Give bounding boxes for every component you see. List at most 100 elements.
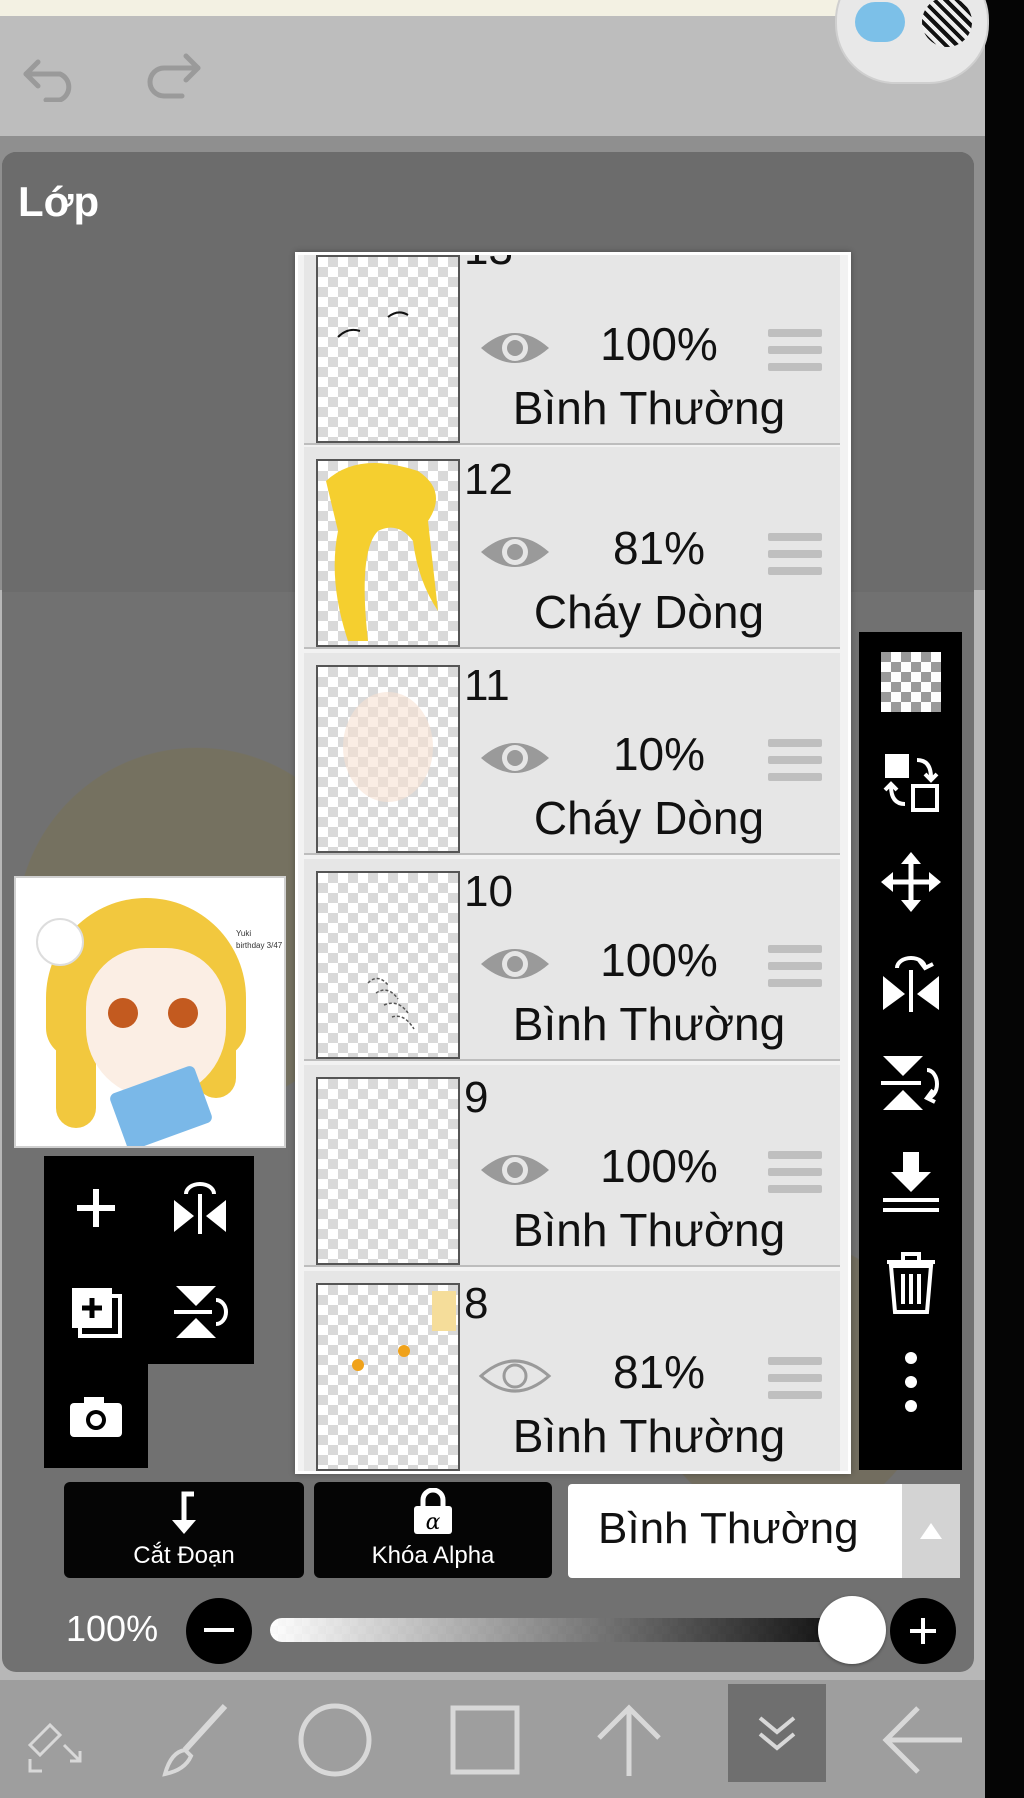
flip-layer-horizontal-button[interactable]	[148, 1156, 252, 1260]
layer-thumbnail	[316, 871, 460, 1059]
layer-number: 12	[464, 455, 513, 504]
layer-opacity: 81%	[612, 1346, 706, 1398]
transparent-layer-button[interactable]	[859, 632, 962, 732]
flip-vertical-button[interactable]	[859, 1032, 962, 1132]
layer-blend-mode: Bình Thường	[512, 998, 786, 1050]
triangle-up-icon	[920, 1523, 942, 1539]
layer-thumbnail	[316, 1077, 460, 1265]
opacity-slider-knob[interactable]	[818, 1596, 886, 1664]
blend-mode-select[interactable]: Bình Thường	[568, 1484, 960, 1578]
flip-layer-vertical-button[interactable]	[148, 1260, 252, 1364]
layer-tools-panel-2	[44, 1364, 148, 1468]
layer-row-13[interactable]: 13 100% Bình Thường	[304, 255, 840, 445]
layer-opacity: 100%	[600, 318, 718, 370]
layer-opacity: 100%	[600, 1140, 718, 1192]
layer-row-8[interactable]: 8 81% Bình Thường	[304, 1271, 840, 1471]
alpha-lock-label: Khóa Alpha	[371, 1542, 495, 1569]
delete-layer-button[interactable]	[859, 1232, 962, 1332]
clip-button[interactable]: Cắt Đoạn	[64, 1482, 304, 1578]
merge-down-button[interactable]	[859, 1132, 962, 1232]
opacity-increase-button[interactable]	[890, 1598, 956, 1664]
layer-row-10[interactable]: 10 100% Bình Thường	[304, 859, 840, 1061]
layer-thumbnail	[316, 1283, 460, 1471]
layer-row-9[interactable]: 9 100% Bình Thường	[304, 1065, 840, 1267]
drag-handle-icon[interactable]	[768, 1151, 822, 1197]
layer-thumbnail	[316, 459, 460, 647]
layer-row-11[interactable]: 11 10% Cháy Dòng	[304, 653, 840, 855]
layer-opacity: 100%	[600, 934, 718, 986]
move-icon	[880, 852, 941, 912]
undo-icon[interactable]	[22, 52, 82, 102]
alpha-lock-button[interactable]: α Khóa Alpha	[314, 1482, 552, 1578]
eye-dots	[352, 1291, 456, 1371]
brush-tool-button[interactable]	[150, 1700, 240, 1780]
right-edge	[985, 0, 1024, 1798]
layer-list[interactable]: 13 100% Bình Thường 12 81% Cháy Dòng 11	[295, 252, 851, 1474]
visibility-eye-icon[interactable]	[478, 1145, 552, 1195]
drag-handle-icon[interactable]	[768, 945, 822, 991]
clip-icon	[172, 1491, 196, 1534]
duplicate-layer-button[interactable]	[44, 1260, 148, 1364]
ellipse-tool-button[interactable]	[290, 1700, 380, 1780]
drag-handle-icon[interactable]	[768, 533, 822, 579]
signature-line-1: Yuki	[236, 929, 252, 938]
visibility-eye-hidden-icon[interactable]	[478, 1351, 552, 1401]
minus-icon	[204, 1628, 234, 1632]
preview-flower	[36, 918, 84, 966]
yellow-hair	[326, 463, 438, 641]
drag-handle-icon[interactable]	[768, 1357, 822, 1403]
visibility-eye-icon[interactable]	[478, 323, 552, 373]
drag-handle-icon[interactable]	[768, 739, 822, 785]
eyebrow-strokes	[337, 311, 409, 338]
avatar-1	[855, 2, 905, 42]
flip-vertical-icon	[880, 1056, 939, 1110]
preview-face	[86, 948, 226, 1098]
move-layer-button[interactable]	[859, 832, 962, 932]
plus-icon	[910, 1618, 936, 1644]
add-layer-icon	[77, 1189, 115, 1227]
swap-layers-button[interactable]	[859, 732, 962, 832]
layer-thumbnail	[316, 665, 460, 853]
duplicate-layer-icon	[72, 1288, 122, 1338]
add-layer-button[interactable]	[44, 1156, 148, 1260]
layer-row-12[interactable]: 12 81% Cháy Dòng	[304, 447, 840, 649]
camera-button[interactable]	[44, 1364, 148, 1468]
opacity-slider[interactable]	[270, 1618, 850, 1642]
visibility-eye-icon[interactable]	[478, 527, 552, 577]
more-options-button[interactable]	[859, 1332, 962, 1432]
visibility-eye-icon[interactable]	[478, 733, 552, 783]
lock-icon: α	[414, 1488, 452, 1535]
layer-tools-panel	[44, 1156, 254, 1364]
up-arrow-icon	[597, 1704, 661, 1776]
layer-actions-panel	[859, 632, 962, 1470]
flip-horizontal-button[interactable]	[859, 932, 962, 1032]
blend-mode-dropdown-button[interactable]	[902, 1484, 960, 1578]
opacity-decrease-button[interactable]	[186, 1598, 252, 1664]
visibility-eye-icon[interactable]	[478, 939, 552, 989]
upload-button[interactable]	[584, 1700, 674, 1780]
svg-text:α: α	[426, 1510, 441, 1535]
redo-icon[interactable]	[142, 52, 202, 102]
layer-number: 8	[464, 1279, 489, 1328]
back-button[interactable]	[878, 1700, 968, 1780]
layer-opacity: 81%	[612, 522, 706, 574]
canvas-preview[interactable]: Yuki birthday 3/47	[14, 876, 286, 1148]
panel-title: Lớp	[18, 178, 100, 225]
rectangle-tool-button[interactable]	[440, 1700, 530, 1780]
flip-layer-horizontal-icon	[174, 1182, 226, 1234]
collapse-button[interactable]	[728, 1684, 826, 1782]
layer-number: 13	[464, 255, 513, 275]
drag-handle-icon[interactable]	[768, 329, 822, 375]
flip-layer-vertical-icon	[174, 1286, 228, 1338]
ellipse-tool-icon	[298, 1703, 372, 1777]
faint-skin	[343, 692, 433, 802]
preview-eye-right	[168, 998, 198, 1028]
transform-tool-button[interactable]	[10, 1700, 100, 1780]
signature-line-2: birthday 3/47	[236, 941, 283, 950]
layer-number: 9	[464, 1073, 489, 1122]
rectangle-tool-icon	[450, 1705, 520, 1775]
layer-thumbnail	[316, 255, 460, 443]
opacity-label: 100%	[66, 1608, 159, 1649]
layer-blend-mode: Bình Thường	[512, 1410, 786, 1462]
camera-icon	[70, 1397, 122, 1437]
